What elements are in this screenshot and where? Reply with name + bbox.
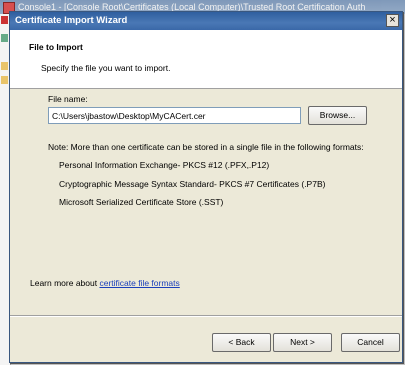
learn-more-text: Learn more about certificate file format… (30, 278, 180, 288)
close-button[interactable]: × (386, 14, 399, 27)
note-text: Note: More than one certificate can be s… (48, 142, 364, 152)
dialog-titlebar[interactable]: Certificate Import Wizard × (10, 12, 402, 30)
file-name-label: File name: (48, 94, 88, 104)
learn-more-prefix: Learn more about (30, 278, 100, 288)
wizard-header: File to Import Specify the file you want… (10, 30, 402, 89)
browse-button[interactable]: Browse... (308, 106, 367, 125)
back-button[interactable]: < Back (212, 333, 271, 352)
page-title: File to Import (29, 42, 83, 52)
certificate-import-wizard-dialog: Certificate Import Wizard × File to Impo… (9, 11, 403, 363)
dialog-title: Certificate Import Wizard (15, 15, 128, 26)
toolbar-icon (1, 16, 8, 24)
format-item: Cryptographic Message Syntax Standard- P… (59, 179, 326, 189)
format-item: Personal Information Exchange- PKCS #12 … (59, 160, 270, 170)
toolbar-icon (1, 34, 8, 42)
format-item: Microsoft Serialized Certificate Store (… (59, 197, 224, 207)
close-icon: × (389, 14, 396, 26)
certificate-file-formats-link[interactable]: certificate file formats (99, 278, 179, 288)
footer-separator (10, 315, 402, 317)
next-button[interactable]: Next > (273, 333, 332, 352)
folder-icon (1, 76, 8, 84)
cancel-button[interactable]: Cancel (341, 333, 400, 352)
page-subtitle: Specify the file you want to import. (41, 63, 171, 73)
file-name-input[interactable] (48, 107, 301, 124)
folder-icon (1, 62, 8, 70)
